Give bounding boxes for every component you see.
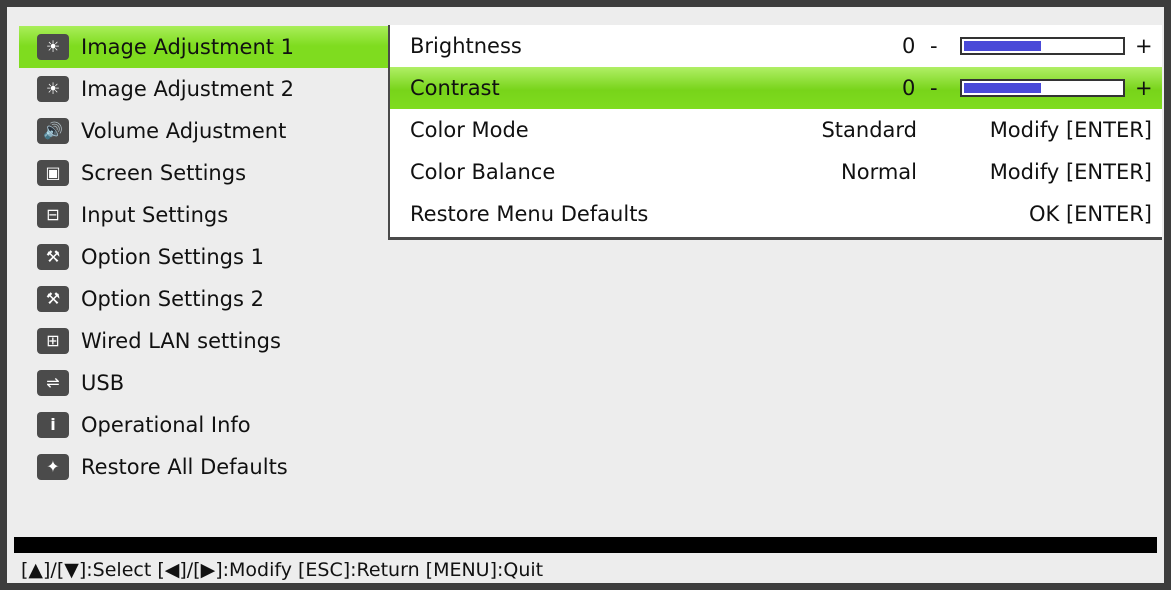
menu-item-label: USB [81, 371, 125, 395]
menu-item-input-settings[interactable]: ⊟ Input Settings [19, 194, 389, 236]
menu-item-label: Input Settings [81, 203, 229, 227]
info-icon: i [37, 412, 69, 438]
main-menu-list: ☀ Image Adjustment 1 ☀ Image Adjustment … [19, 26, 389, 488]
menu-item-label: Operational Info [81, 413, 251, 437]
setting-row-color-mode[interactable]: Color Mode Standard Modify [ENTER] [390, 109, 1162, 151]
ok-enter-action[interactable]: OK [ENTER] [1029, 202, 1152, 226]
footer-divider [14, 537, 1157, 553]
plug-icon: ⊟ [37, 202, 69, 228]
slider-fill [964, 41, 1041, 51]
slider-fill [964, 83, 1041, 93]
contrast-slider[interactable] [960, 79, 1125, 97]
setting-row-restore-menu-defaults[interactable]: Restore Menu Defaults OK [ENTER] [390, 193, 1162, 235]
modify-enter-action[interactable]: Modify [ENTER] [990, 118, 1152, 142]
menu-item-label: Image Adjustment 1 [81, 35, 295, 59]
menu-item-label: Volume Adjustment [81, 119, 287, 143]
osd-menu-window: ☀ Image Adjustment 1 ☀ Image Adjustment … [0, 0, 1171, 590]
menu-item-operational-info[interactable]: i Operational Info [19, 404, 389, 446]
sun-icon: ☀ [37, 34, 69, 60]
screen-icon: ▣ [37, 160, 69, 186]
menu-item-label: Screen Settings [81, 161, 247, 185]
sparkle-icon: ✦ [37, 454, 69, 480]
menu-item-usb[interactable]: ⇌ USB [19, 362, 389, 404]
brightness-slider[interactable] [960, 37, 1125, 55]
menu-item-wired-lan-settings[interactable]: ⊞ Wired LAN settings [19, 320, 389, 362]
usb-icon: ⇌ [37, 370, 69, 396]
setting-value: Normal [841, 160, 917, 184]
setting-label: Restore Menu Defaults [410, 202, 649, 226]
menu-item-image-adjustment-2[interactable]: ☀ Image Adjustment 2 [19, 68, 389, 110]
setting-value: 0 [902, 76, 916, 100]
decrease-indicator: - [930, 76, 938, 100]
setting-label: Color Mode [410, 118, 529, 142]
network-icon: ⊞ [37, 328, 69, 354]
setting-value: 0 [902, 34, 916, 58]
setting-value: Standard [821, 118, 917, 142]
menu-item-restore-all-defaults[interactable]: ✦ Restore All Defaults [19, 446, 389, 488]
key-help-status-bar: [▲]/[▼]:Select [◀]/[▶]:Modify [ESC]:Retu… [21, 559, 544, 581]
menu-item-image-adjustment-1[interactable]: ☀ Image Adjustment 1 [19, 26, 389, 68]
decrease-indicator: - [930, 34, 938, 58]
menu-item-label: Image Adjustment 2 [81, 77, 295, 101]
menu-item-screen-settings[interactable]: ▣ Screen Settings [19, 152, 389, 194]
sun-icon: ☀ [37, 76, 69, 102]
wrench-icon: ⚒ [37, 286, 69, 312]
modify-enter-action[interactable]: Modify [ENTER] [990, 160, 1152, 184]
menu-item-label: Option Settings 1 [81, 245, 264, 269]
menu-item-option-settings-2[interactable]: ⚒ Option Settings 2 [19, 278, 389, 320]
menu-item-label: Restore All Defaults [81, 455, 288, 479]
wrench-icon: ⚒ [37, 244, 69, 270]
submenu-panel: Brightness 0 - + Contrast 0 - + Color Mo… [388, 25, 1162, 240]
speaker-icon: 🔊 [37, 118, 69, 144]
increase-indicator: + [1135, 76, 1153, 100]
setting-row-contrast[interactable]: Contrast 0 - + [390, 67, 1162, 109]
setting-label: Contrast [410, 76, 500, 100]
increase-indicator: + [1135, 34, 1153, 58]
menu-item-option-settings-1[interactable]: ⚒ Option Settings 1 [19, 236, 389, 278]
setting-label: Brightness [410, 34, 522, 58]
menu-item-label: Wired LAN settings [81, 329, 281, 353]
setting-label: Color Balance [410, 160, 556, 184]
menu-item-volume-adjustment[interactable]: 🔊 Volume Adjustment [19, 110, 389, 152]
menu-item-label: Option Settings 2 [81, 287, 264, 311]
setting-row-brightness[interactable]: Brightness 0 - + [390, 25, 1162, 67]
setting-row-color-balance[interactable]: Color Balance Normal Modify [ENTER] [390, 151, 1162, 193]
